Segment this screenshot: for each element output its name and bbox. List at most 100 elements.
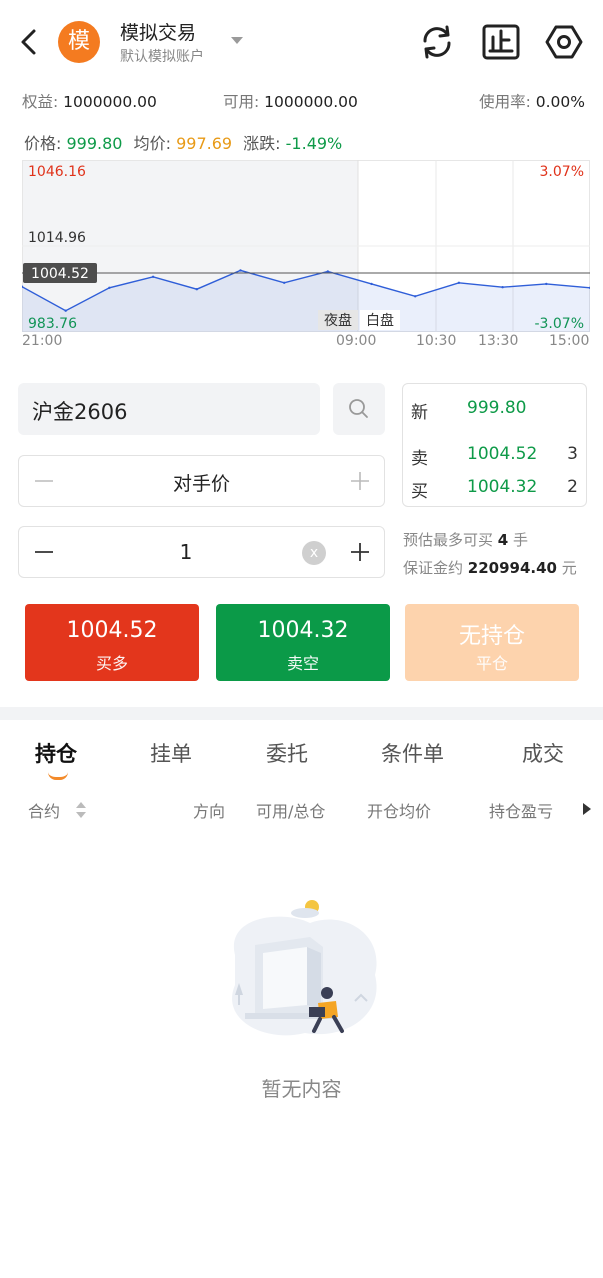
quote-sell-price: 1004.52 xyxy=(467,444,538,464)
account-selector[interactable]: 默认模拟账户 xyxy=(120,46,204,66)
margin-unit: 元 xyxy=(561,559,577,577)
header: 模 模拟交易 默认模拟账户 xyxy=(0,0,603,86)
intraday-chart[interactable]: 1046.16 1014.96 983.76 3.07% -3.07% 1004… xyxy=(22,160,590,332)
available-value: 1000000.00 xyxy=(264,93,358,111)
y-max-label: 1046.16 xyxy=(28,164,86,180)
sell-label: 卖空 xyxy=(286,654,319,673)
quote-panel: 新 999.80 卖 1004.52 3 买 1004.32 2 xyxy=(402,383,587,507)
tab-positions[interactable]: 持仓 xyxy=(35,738,77,768)
price-type-label: 对手价 xyxy=(172,473,230,495)
quantity-stepper[interactable]: 1 x xyxy=(18,526,385,578)
current-price-text: 1004.52 xyxy=(31,266,89,282)
stop-order-icon[interactable] xyxy=(481,22,521,62)
refresh-icon[interactable] xyxy=(417,22,457,62)
plus-icon[interactable] xyxy=(349,470,371,492)
change-value: -1.49% xyxy=(285,134,343,153)
chevron-down-icon[interactable] xyxy=(231,37,243,44)
avatar: 模 xyxy=(58,21,100,63)
symbol-value: 沪金2606 xyxy=(32,400,128,424)
close-label: 平仓 xyxy=(475,654,508,673)
price-value: 999.80 xyxy=(66,134,123,153)
equity-value: 1000000.00 xyxy=(63,93,157,111)
buy-label: 买多 xyxy=(95,654,128,673)
price-point xyxy=(151,275,155,278)
sell-short-button[interactable]: 1004.32 卖空 xyxy=(216,604,390,681)
price-type-selector[interactable]: 对手价 xyxy=(18,455,385,507)
table-header: 合约 方向 可用/总仓 开仓均价 持仓盈亏 xyxy=(0,798,603,822)
price-point xyxy=(326,270,329,273)
price-point xyxy=(195,288,198,291)
sort-icon[interactable] xyxy=(75,801,87,819)
avg-label: 均价: xyxy=(133,134,171,153)
quote-new-value: 999.80 xyxy=(467,398,527,418)
col-contract[interactable]: 合约 xyxy=(28,798,60,822)
back-arrow-icon[interactable] xyxy=(14,24,44,60)
empty-illustration-icon xyxy=(232,900,377,1036)
quote-new-row: 新 999.80 xyxy=(411,398,578,423)
estimate-unit: 手 xyxy=(513,531,529,549)
settings-gear-icon[interactable] xyxy=(544,22,584,62)
price-point xyxy=(545,282,548,286)
time-label: 21:00 xyxy=(22,333,63,349)
tab-conditional[interactable]: 条件单 xyxy=(381,738,444,768)
avg-value: 997.69 xyxy=(176,134,233,153)
symbol-field[interactable]: 沪金2606 xyxy=(18,383,320,435)
time-label: 10:30 xyxy=(416,333,457,349)
chart-time-axis: 21:00 09:00 10:30 13:30 15:00 xyxy=(22,333,590,353)
buy-price: 1004.52 xyxy=(66,618,158,643)
quote-buy-qty: 2 xyxy=(567,477,578,497)
price-point xyxy=(239,269,242,272)
close-position-button[interactable]: 无持仓 平仓 xyxy=(405,604,579,681)
estimate-label: 预估最多可买 xyxy=(403,531,494,549)
price-point xyxy=(457,281,461,284)
page-title: 模拟交易 xyxy=(120,22,197,44)
time-label: 15:00 xyxy=(549,333,590,349)
quote-sell-label: 卖 xyxy=(411,449,428,469)
col-pnl: 持仓盈亏 xyxy=(489,802,554,821)
price-point xyxy=(501,286,504,289)
usage-value: 0.00% xyxy=(535,93,585,111)
buy-long-button[interactable]: 1004.52 买多 xyxy=(25,604,199,681)
price-point xyxy=(108,286,111,289)
quote-buy-price: 1004.32 xyxy=(467,477,538,497)
price-point xyxy=(414,295,417,298)
empty-state-text: 暂无内容 xyxy=(261,1077,342,1101)
chevron-right-icon[interactable] xyxy=(582,802,592,816)
price-point xyxy=(370,282,373,286)
time-label: 13:30 xyxy=(478,333,519,349)
margin-label: 保证金约 xyxy=(403,559,464,577)
active-tab-indicator xyxy=(48,772,68,780)
margin-estimate: 保证金约 220994.40 元 xyxy=(403,557,577,578)
day-session-label: 白盘 xyxy=(366,312,394,329)
quote-buy-label: 买 xyxy=(411,482,428,502)
clear-icon[interactable]: x xyxy=(302,541,326,565)
quote-sell-row[interactable]: 卖 1004.52 3 xyxy=(411,444,578,469)
account-stats: 权益: 1000000.00 可用: 1000000.00 使用率: 0.00% xyxy=(22,90,585,112)
price-label: 价格: xyxy=(24,134,62,153)
col-direction: 方向 xyxy=(193,802,226,821)
available-label: 可用: xyxy=(223,93,260,111)
quote-sell-qty: 3 xyxy=(567,444,578,464)
tab-orders[interactable]: 委托 xyxy=(266,738,308,768)
col-available-total: 可用/总仓 xyxy=(256,802,326,821)
search-icon xyxy=(349,399,368,418)
position-tabs: 持仓 挂单 委托 条件单 成交 xyxy=(0,738,603,774)
time-label: 09:00 xyxy=(336,333,377,349)
price-point xyxy=(64,309,67,312)
sell-price: 1004.32 xyxy=(257,618,349,643)
equity-label: 权益: xyxy=(22,93,59,111)
price-point xyxy=(283,281,286,284)
estimate-max-buy: 预估最多可买 4 手 xyxy=(403,529,528,550)
estimate-value: 4 xyxy=(497,531,509,549)
night-session-label: 夜盘 xyxy=(324,312,352,329)
quote-new-label: 新 xyxy=(411,403,428,423)
tab-pending[interactable]: 挂单 xyxy=(150,738,192,768)
tab-trades[interactable]: 成交 xyxy=(522,738,564,768)
quote-buy-row[interactable]: 买 1004.32 2 xyxy=(411,477,578,502)
y-mid-label: 1014.96 xyxy=(28,230,86,246)
increase-icon[interactable] xyxy=(349,541,371,563)
margin-value: 220994.40 xyxy=(467,559,557,577)
section-divider xyxy=(0,707,603,720)
search-button[interactable] xyxy=(333,383,385,435)
price-row: 价格: 999.80 均价: 997.69 涨跌: -1.49% xyxy=(24,130,342,154)
